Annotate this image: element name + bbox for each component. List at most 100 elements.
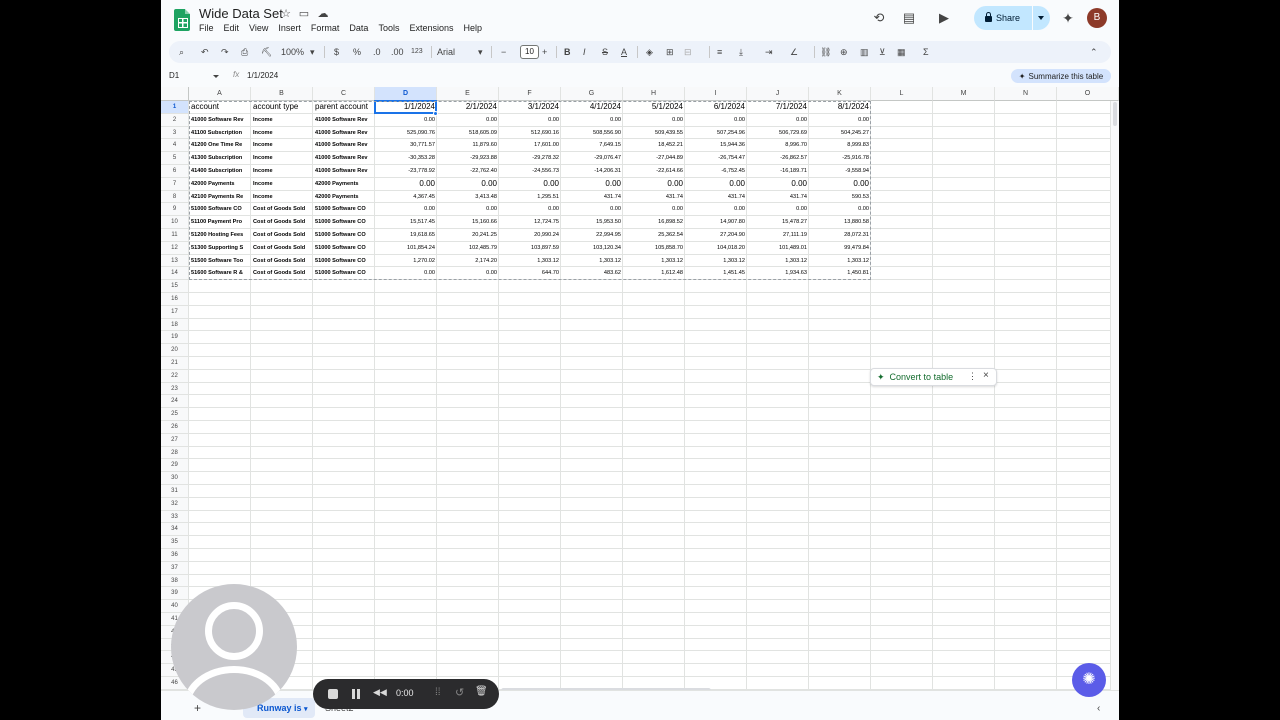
star-icon[interactable]: ☆ <box>279 7 293 20</box>
row-header[interactable]: 30 <box>161 472 189 485</box>
column-header[interactable]: B <box>251 87 313 101</box>
vertical-align-icon[interactable]: ⤓ <box>739 44 743 60</box>
move-folder-icon[interactable]: ▭ <box>297 7 311 20</box>
percent-format-button[interactable]: % <box>353 44 361 60</box>
row-header[interactable]: 7 <box>161 177 189 191</box>
row-header[interactable]: 13 <box>161 254 189 268</box>
row-header[interactable]: 17 <box>161 305 189 319</box>
row-header[interactable]: 23 <box>161 382 189 396</box>
menu-format[interactable]: Format <box>311 23 340 33</box>
text-color-button[interactable]: A <box>621 44 627 60</box>
row-header[interactable]: 32 <box>161 497 189 511</box>
row-header[interactable]: 14 <box>161 267 189 281</box>
row-header[interactable]: 33 <box>161 510 189 524</box>
bold-button[interactable]: B <box>564 44 571 60</box>
menu-edit[interactable]: Edit <box>224 23 240 33</box>
chevron-down-icon[interactable]: ▾ <box>478 44 483 60</box>
row-header[interactable]: 19 <box>161 331 189 345</box>
italic-button[interactable]: I <box>583 44 586 60</box>
column-header[interactable]: O <box>1057 87 1119 101</box>
sheets-logo-icon[interactable] <box>174 9 190 31</box>
row-header[interactable]: 21 <box>161 357 189 370</box>
row-header[interactable]: 6 <box>161 165 189 178</box>
chevron-left-icon[interactable]: ‹ <box>1097 703 1100 714</box>
chevron-down-icon[interactable] <box>213 75 219 78</box>
horizontal-align-icon[interactable]: ≡ <box>717 44 722 60</box>
row-header[interactable]: 5 <box>161 152 189 165</box>
row-header[interactable]: 22 <box>161 369 189 383</box>
row-header[interactable]: 8 <box>161 190 189 204</box>
menu-file[interactable]: File <box>199 23 214 33</box>
row-header[interactable]: 4 <box>161 139 189 153</box>
chevron-down-icon[interactable]: ▾ <box>304 706 308 713</box>
borders-icon[interactable]: ⊞ <box>666 44 674 60</box>
decrease-decimal-button[interactable]: .0 <box>373 44 381 60</box>
share-button[interactable]: Share <box>974 6 1050 30</box>
collapse-toolbar-icon[interactable]: ⌃ <box>1090 44 1098 60</box>
merge-cells-icon[interactable]: ⊟ <box>684 44 692 60</box>
pause-recording-button[interactable] <box>352 689 360 699</box>
increase-decimal-button[interactable]: .00 <box>391 44 404 60</box>
column-header[interactable]: G <box>561 87 623 101</box>
column-header[interactable]: F <box>499 87 561 101</box>
rewind-icon[interactable]: ◀◀ <box>373 687 387 698</box>
stop-recording-button[interactable] <box>328 689 338 699</box>
print-icon[interactable]: ⎙ <box>241 44 248 60</box>
menu-extensions[interactable]: Extensions <box>409 23 453 33</box>
column-header[interactable]: N <box>995 87 1057 101</box>
formula-input[interactable]: 1/1/2024 <box>247 71 278 80</box>
row-header[interactable]: 12 <box>161 241 189 255</box>
font-size-input[interactable]: 10 <box>520 45 539 59</box>
menu-help[interactable]: Help <box>463 23 482 33</box>
filter-views-icon[interactable]: ▦ <box>897 44 906 60</box>
row-header[interactable]: 25 <box>161 408 189 421</box>
column-header[interactable]: K <box>809 87 871 101</box>
drag-handle-icon[interactable]: ⁞⁞ <box>435 687 441 698</box>
currency-format-button[interactable]: $ <box>334 44 339 60</box>
strikethrough-button[interactable]: S <box>602 44 608 60</box>
comments-icon[interactable]: ▤ <box>901 10 917 26</box>
row-header[interactable]: 29 <box>161 459 189 473</box>
document-title[interactable]: Wide Data Set <box>199 6 283 21</box>
vertical-scrollbar[interactable] <box>1110 101 1119 690</box>
search-menus-icon[interactable]: ⌕ <box>179 44 184 60</box>
row-header[interactable]: 18 <box>161 318 189 332</box>
insert-chart-icon[interactable]: ▥ <box>860 44 869 60</box>
fill-color-icon[interactable]: ◈ <box>646 44 653 60</box>
row-header[interactable]: 15 <box>161 280 189 293</box>
assistant-fab-icon[interactable]: ✺ <box>1072 663 1106 697</box>
row-header[interactable]: 20 <box>161 344 189 357</box>
trash-icon[interactable]: 🗑 <box>475 686 488 697</box>
text-wrapping-icon[interactable]: ⇥ <box>765 44 773 60</box>
row-header[interactable]: 39 <box>161 587 189 601</box>
column-header[interactable]: I <box>685 87 747 101</box>
row-header[interactable]: 26 <box>161 421 189 434</box>
row-header[interactable]: 36 <box>161 549 189 562</box>
row-header[interactable]: 11 <box>161 229 189 242</box>
row-header[interactable]: 1 <box>161 101 189 114</box>
row-header[interactable]: 35 <box>161 536 189 549</box>
share-dropdown-icon[interactable] <box>1038 16 1044 20</box>
functions-icon[interactable]: Σ <box>923 44 929 60</box>
version-history-icon[interactable]: ⟲ <box>871 10 887 26</box>
column-header[interactable]: E <box>437 87 499 101</box>
row-header[interactable]: 9 <box>161 203 189 217</box>
select-all-corner[interactable] <box>161 87 189 101</box>
column-header[interactable]: D <box>375 87 437 101</box>
summarize-table-button[interactable]: ✦ Summarize this table <box>1011 69 1111 83</box>
menu-view[interactable]: View <box>249 23 268 33</box>
meet-video-icon[interactable]: ▶ <box>936 10 952 26</box>
decrease-font-size-icon[interactable]: − <box>501 44 506 60</box>
spreadsheet-grid[interactable]: ABCDEFGHIJKLMNO 1 2 3 4 5 6 7 8 9 10 11 12 13 14 15 16 1… <box>161 87 1119 690</box>
column-header[interactable]: M <box>933 87 995 101</box>
vertical-scroll-thumb[interactable] <box>1113 102 1117 126</box>
column-header[interactable]: H <box>623 87 685 101</box>
row-header[interactable]: 37 <box>161 561 189 575</box>
row-header[interactable]: 31 <box>161 485 189 498</box>
zoom-select[interactable]: 100% <box>281 44 304 60</box>
more-formats-button[interactable]: 123 <box>411 44 423 60</box>
more-options-icon[interactable]: ⋮ <box>968 371 977 382</box>
row-header[interactable]: 10 <box>161 216 189 229</box>
row-header[interactable]: 2 <box>161 113 189 127</box>
menu-tools[interactable]: Tools <box>378 23 399 33</box>
